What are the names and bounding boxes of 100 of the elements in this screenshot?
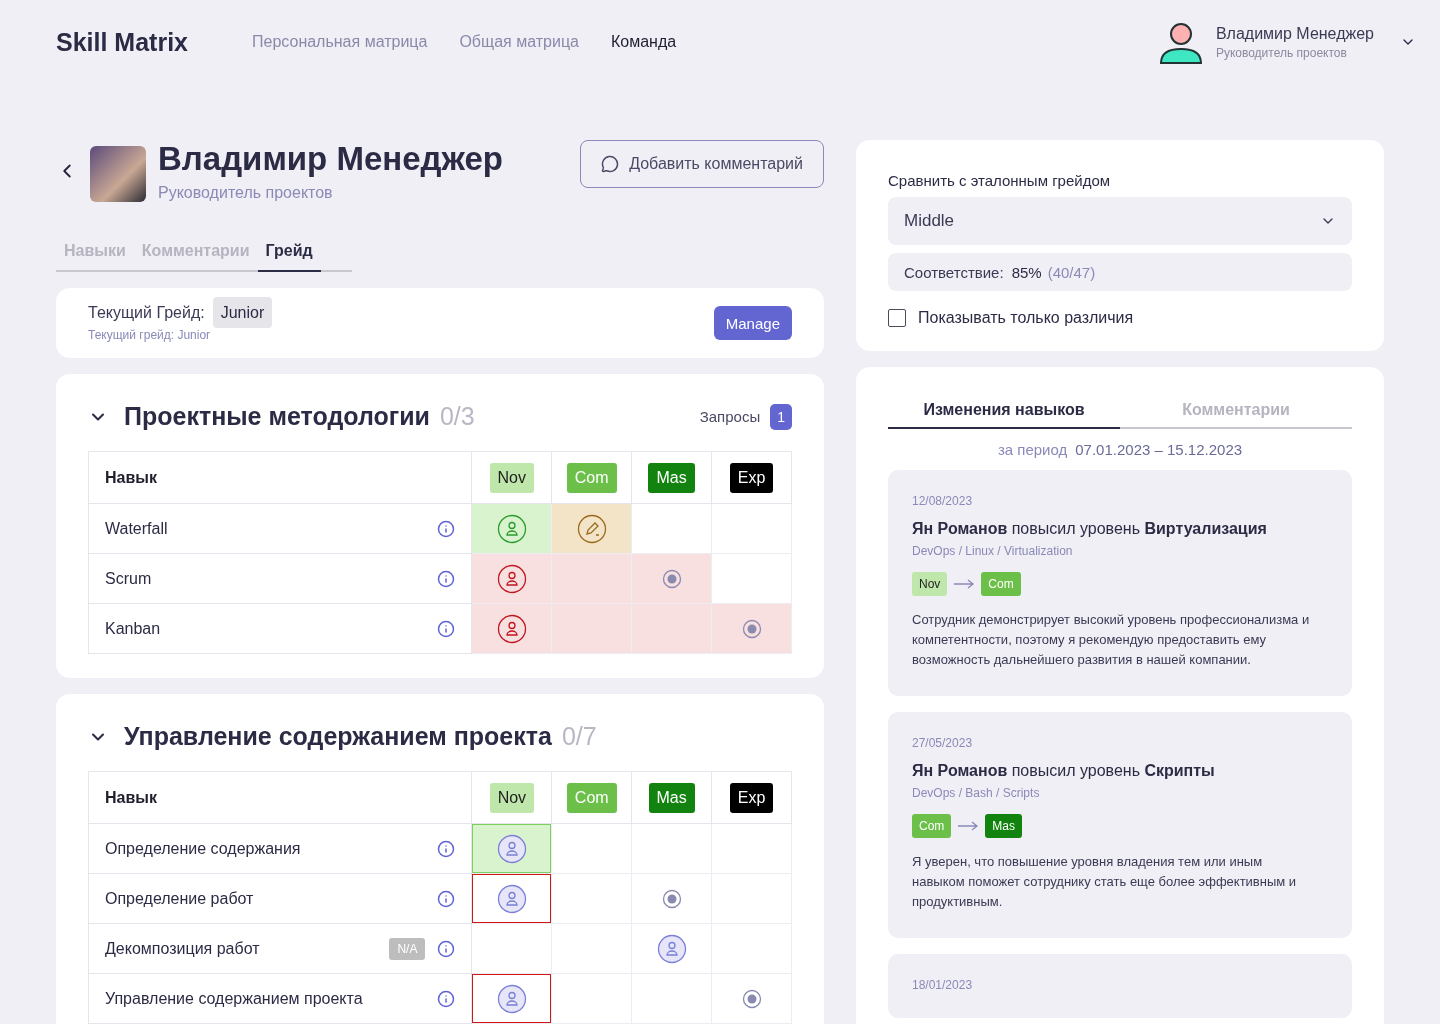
tab[interactable]: Изменения навыков (888, 391, 1120, 429)
level-cell[interactable] (551, 503, 632, 554)
skill-name: Декомпозиция работ (105, 939, 261, 958)
level-cell[interactable] (711, 553, 792, 604)
change-date: 27/05/2023 (912, 736, 974, 750)
user-role: Руководитель проектов (1215, 45, 1348, 60)
target-dot-icon (741, 618, 762, 639)
requests-count[interactable]: 1 (770, 403, 792, 430)
profile-name: Владимир Менеджер (158, 140, 503, 178)
level-cell[interactable] (471, 873, 552, 924)
photo-placeholder (90, 146, 146, 202)
column-header: Навык (88, 451, 472, 504)
level-cell[interactable] (711, 503, 792, 554)
level-badge: Mas (985, 814, 1022, 838)
level-cell[interactable] (631, 503, 712, 554)
skill-path: DevOps / Bash / Scripts (912, 786, 1041, 800)
na-tag: N/A (389, 937, 426, 960)
skill-name: Управление содержанием проекта (105, 989, 364, 1008)
level-cell[interactable] (631, 603, 712, 654)
info-icon[interactable] (437, 839, 456, 858)
level-cell[interactable] (551, 823, 632, 874)
match-percent: 85% (1011, 263, 1042, 281)
level-badge: Nov (912, 572, 948, 596)
level-cell[interactable] (711, 823, 792, 874)
add-comment-button[interactable]: Добавить комментарий (580, 140, 824, 188)
nav-link[interactable]: Команда (610, 33, 677, 51)
level-cell[interactable] (631, 553, 712, 604)
period-range: 07.01.2023 – 15.12.2023 (1075, 441, 1243, 458)
checkbox-label: Показывать только различия (918, 309, 1134, 327)
grade-chip: Junior (212, 297, 273, 328)
level-cell[interactable] (711, 973, 792, 1024)
arrow-right-icon (953, 579, 976, 589)
app-logo[interactable]: Skill Matrix (56, 27, 188, 57)
match-ratio: (40/47) (1047, 263, 1096, 281)
change-title: Ян Романов повысил уровень Виртуализация (912, 520, 1268, 538)
level-cell[interactable] (551, 973, 632, 1024)
checkbox[interactable] (888, 309, 906, 327)
level-badge: Nov (489, 782, 535, 813)
level-cell[interactable] (631, 923, 712, 974)
grade-select[interactable]: Middle (888, 197, 1352, 245)
level-cell[interactable] (551, 603, 632, 654)
level-cell[interactable] (471, 553, 552, 604)
pencil-circle-icon (576, 513, 607, 544)
nav-link[interactable]: Общая матрица (459, 33, 579, 51)
person-circle-icon (496, 563, 527, 594)
level-cell[interactable] (631, 823, 712, 874)
level-cell[interactable] (471, 603, 552, 654)
level-badge: Exp (729, 462, 774, 493)
change-date: 12/08/2023 (912, 494, 974, 508)
skill-name: Kanban (105, 619, 162, 638)
info-icon[interactable] (437, 619, 456, 638)
level-badge: Com (912, 814, 952, 838)
level-cell[interactable] (631, 873, 712, 924)
person-circle-icon (496, 613, 527, 644)
level-badge: Com (981, 572, 1021, 596)
requests-label: Запросы (699, 408, 761, 425)
manage-button[interactable]: Manage (713, 306, 792, 340)
nav-link[interactable]: Персональная матрица (252, 33, 428, 51)
user-name: Владимир Менеджер (1215, 24, 1374, 43)
target-dot-icon (661, 568, 682, 589)
level-cell[interactable] (471, 823, 552, 874)
level-cell[interactable] (551, 553, 632, 604)
info-icon[interactable] (437, 519, 456, 538)
skill-name: Waterfall (105, 519, 169, 538)
person-circle-icon (496, 833, 527, 864)
level-cell[interactable] (471, 923, 552, 974)
person-circle-icon (496, 513, 527, 544)
section-title: Управление содержанием проекта (124, 722, 552, 751)
info-icon[interactable] (437, 889, 456, 908)
skill-name: Scrum (105, 569, 153, 588)
target-dot-icon (741, 988, 762, 1009)
level-cell[interactable] (711, 603, 792, 654)
change-title: Ян Романов повысил уровень Скрипты (912, 762, 1216, 780)
skill-name: Определение работ (105, 889, 255, 908)
profile-role: Руководитель проектов (158, 184, 334, 202)
change-comment: Сотрудник демонстрирует высокий уровень профессионализма и компетентности, поэтому я рекомендую предоставить ему возможность дальнейшего развития в нашей компании. (912, 611, 1311, 669)
skill-path: DevOps / Linux / Virtualization (912, 544, 1074, 558)
grade-hint: Текущий грейд: Junior (88, 328, 212, 342)
level-cell[interactable] (551, 923, 632, 974)
comment-icon (601, 155, 620, 173)
tab[interactable]: Грейд (257, 234, 321, 272)
info-icon[interactable] (437, 989, 456, 1008)
column-header: Навык (88, 771, 472, 824)
level-cell[interactable] (471, 973, 552, 1024)
target-dot-icon (661, 888, 682, 909)
match-label: Соответствие: (904, 263, 1004, 281)
level-badge: Mas (648, 782, 695, 813)
level-badge: Exp (729, 782, 774, 813)
level-cell[interactable] (551, 873, 632, 924)
person-circle-icon (656, 933, 687, 964)
person-circle-icon (496, 883, 527, 914)
info-icon[interactable] (437, 939, 456, 958)
period-label: за период (997, 441, 1068, 458)
level-cell[interactable] (471, 503, 552, 554)
section-count: 0/3 (439, 402, 475, 431)
level-badge: Com (566, 782, 617, 813)
change-comment: Я уверен, что повышение уровня владения тем или иным навыком поможет сотруднику стать еще более эффективным и продуктивным. (912, 853, 1298, 911)
level-badge: Mas (648, 462, 695, 493)
info-icon[interactable] (437, 569, 456, 588)
section-title: Проектные методологии (124, 402, 430, 431)
